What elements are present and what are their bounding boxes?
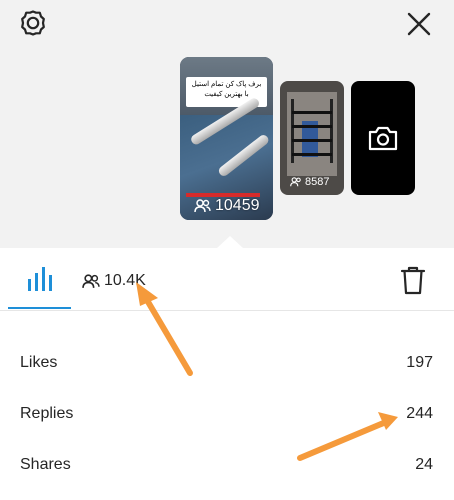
stat-label: Shares — [20, 456, 71, 473]
rack-rung — [292, 125, 332, 128]
selected-story-pointer — [217, 236, 243, 248]
stat-row-shares: Shares 24 — [0, 442, 454, 486]
active-tab-indicator — [8, 307, 71, 309]
story-thumbnail[interactable]: 8587 — [280, 81, 344, 195]
viewers-icon — [82, 273, 100, 288]
story-viewer-count-value: 10459 — [215, 197, 260, 214]
story-viewer-count-value: 8587 — [305, 176, 330, 188]
viewers-icon — [290, 177, 301, 187]
story-caption-line-1: برف پاک کن تمام استیل — [191, 81, 262, 88]
tab-viewers[interactable]: 10.4K — [82, 272, 146, 290]
stat-row-likes: Likes 197 — [0, 340, 454, 384]
rack-rung — [292, 111, 332, 114]
add-story-camera-tile[interactable] — [351, 81, 415, 195]
camera-icon — [368, 126, 398, 151]
story-viewer-count: 10459 — [194, 197, 260, 215]
bar-chart-icon[interactable] — [25, 264, 55, 292]
stat-row-replies: Replies 244 — [0, 391, 454, 435]
stat-label: Likes — [20, 354, 58, 371]
trash-icon[interactable] — [399, 265, 427, 295]
viewers-icon — [194, 199, 211, 213]
story-viewer-count: 8587 — [290, 176, 329, 188]
stat-value: 244 — [406, 405, 433, 422]
stat-value: 24 — [415, 456, 433, 473]
story-preview-area: برف پاک کن تمام استیل با بهترین کیفیت 10… — [0, 0, 454, 248]
stat-value: 197 — [406, 354, 433, 371]
close-icon[interactable] — [405, 10, 433, 38]
story-thumbnail-selected[interactable]: برف پاک کن تمام استیل با بهترین کیفیت 10… — [180, 57, 273, 220]
rack-rung — [292, 139, 332, 142]
rack-rung — [292, 153, 332, 156]
stat-label: Replies — [20, 405, 74, 422]
viewers-count-label: 10.4K — [104, 272, 146, 289]
insights-tab-bar: 10.4K — [0, 248, 454, 311]
settings-gear-icon[interactable] — [19, 9, 47, 37]
